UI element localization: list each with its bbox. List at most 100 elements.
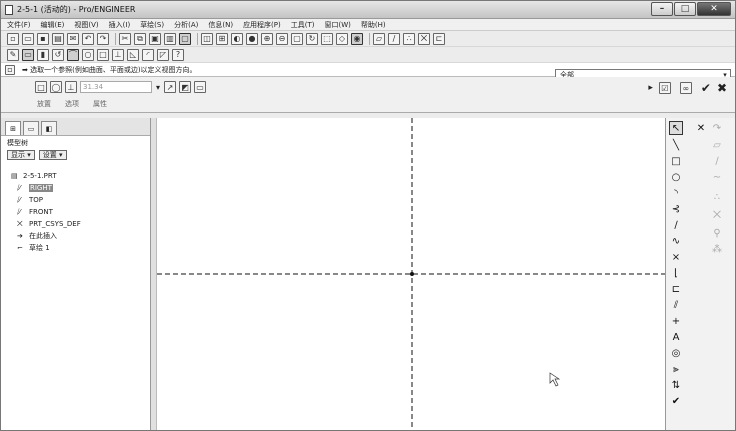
verify-icon[interactable]: ∞ bbox=[679, 82, 692, 94]
text-icon[interactable]: A bbox=[669, 330, 683, 344]
menu-help[interactable]: 帮助(H) bbox=[361, 20, 386, 30]
apply-icon[interactable]: ✔ bbox=[701, 81, 711, 95]
sketch-tool-icon[interactable]: ✎ bbox=[7, 48, 19, 61]
sweep-icon[interactable]: ⌒ bbox=[67, 48, 79, 61]
sketch-plane-icon[interactable]: ▭ bbox=[22, 48, 34, 61]
cancel-icon[interactable]: ✖ bbox=[717, 81, 727, 95]
new-icon[interactable]: ▫ bbox=[7, 32, 19, 45]
preview-check-icon[interactable]: ☑ bbox=[658, 82, 671, 94]
favorites-tab-icon[interactable]: ◧ bbox=[41, 121, 57, 135]
saved-views-icon[interactable]: ⬚ bbox=[321, 32, 333, 45]
solid-icon[interactable]: □ bbox=[35, 81, 47, 93]
rib-icon[interactable]: ⊥ bbox=[112, 48, 124, 61]
menu-insert[interactable]: 插入(I) bbox=[109, 20, 131, 30]
wireframe-icon[interactable]: ◇ bbox=[336, 32, 348, 45]
menu-analysis[interactable]: 分析(A) bbox=[174, 20, 198, 30]
use-edge-icon[interactable]: ⌊ bbox=[669, 266, 683, 280]
revolve-icon[interactable]: ↺ bbox=[52, 48, 64, 61]
tree-item[interactable]: ➔ 在此插入 bbox=[17, 230, 144, 242]
menu-applications[interactable]: 应用程序(P) bbox=[243, 20, 281, 30]
tree-item[interactable]: ⌐ 草绘 1 bbox=[17, 242, 144, 254]
mirror-icon[interactable]: ⇅ bbox=[669, 378, 683, 392]
curve-icon[interactable]: ∿ bbox=[669, 234, 683, 248]
settings-button[interactable]: 设置 ▾ bbox=[38, 150, 67, 160]
menu-info[interactable]: 信息(N) bbox=[208, 20, 233, 30]
model-tree-tab-icon[interactable]: ⊞ bbox=[5, 121, 21, 135]
line-icon[interactable]: ╲ bbox=[669, 138, 683, 152]
cut-icon[interactable]: ✂ bbox=[119, 32, 131, 45]
palette-icon[interactable]: ◎ bbox=[669, 346, 683, 360]
shell-icon[interactable]: □ bbox=[97, 48, 109, 61]
cancel-x-icon[interactable]: ✕ bbox=[694, 121, 708, 135]
undo-icon[interactable]: ↶ bbox=[82, 32, 94, 45]
open-icon[interactable]: ▭ bbox=[22, 32, 34, 45]
email-icon[interactable]: ✉ bbox=[67, 32, 79, 45]
datum-point-icon[interactable]: ∴ bbox=[403, 32, 415, 45]
tab-options[interactable]: 选项 bbox=[65, 99, 79, 109]
shaded-icon[interactable]: ◉ bbox=[351, 32, 363, 45]
tab-properties[interactable]: 属性 bbox=[93, 99, 107, 109]
selection-box-icon[interactable]: ▢ bbox=[179, 32, 191, 45]
remove-material-icon[interactable]: ◩ bbox=[179, 81, 192, 93]
chamfer-icon[interactable]: ◸ bbox=[157, 48, 169, 61]
model-display-icon[interactable]: ◐ bbox=[231, 32, 243, 45]
csys-icon[interactable]: ⨉ bbox=[418, 32, 430, 45]
show-button[interactable]: 显示 ▾ bbox=[7, 150, 35, 160]
tree-item[interactable]: ⧸⁄ TOP bbox=[17, 194, 144, 206]
flip-direction-icon[interactable]: ↗ bbox=[164, 81, 177, 93]
close-button[interactable]: ✕ bbox=[697, 2, 731, 16]
hole-icon[interactable]: ○ bbox=[82, 48, 94, 61]
menu-window[interactable]: 窗口(W) bbox=[325, 20, 351, 30]
sketch-view-icon[interactable]: ⊞ bbox=[216, 32, 228, 45]
minimize-button[interactable]: – bbox=[651, 2, 673, 16]
thicken-icon[interactable]: ▭ bbox=[194, 81, 207, 93]
paste-special-icon[interactable]: ▥ bbox=[164, 32, 176, 45]
datum-plane-icon[interactable]: ▱ bbox=[373, 32, 385, 45]
surface-icon[interactable]: ◯ bbox=[50, 81, 62, 93]
spline-icon[interactable]: ∕ bbox=[669, 218, 683, 232]
tree-item[interactable]: ⧸⁄ RIGHT bbox=[17, 182, 144, 194]
menu-file[interactable]: 文件(F) bbox=[7, 20, 31, 30]
tree-item[interactable]: ⨉ PRT_CSYS_DEF bbox=[17, 218, 144, 230]
graphics-window[interactable] bbox=[157, 118, 665, 430]
redo-icon[interactable]: ↷ bbox=[97, 32, 109, 45]
extrude-icon[interactable]: ▮ bbox=[37, 48, 49, 61]
chevron-down-icon[interactable]: ▾ bbox=[156, 83, 160, 92]
trim-icon[interactable]: ⫸ bbox=[669, 362, 683, 376]
depth-option-icon[interactable]: ⊥ bbox=[65, 81, 77, 93]
regenerate-icon[interactable]: ◫ bbox=[201, 32, 213, 45]
menu-sketch[interactable]: 草绘(S) bbox=[140, 20, 164, 30]
arc-icon[interactable]: ◝ bbox=[669, 186, 683, 200]
menu-tools[interactable]: 工具(T) bbox=[291, 20, 315, 30]
round-icon[interactable]: ◜ bbox=[142, 48, 154, 61]
paste-icon[interactable]: ▣ bbox=[149, 32, 161, 45]
folder-browser-tab-icon[interactable]: ▭ bbox=[23, 121, 39, 135]
dimension-icon[interactable]: ⊏ bbox=[669, 282, 683, 296]
save-icon[interactable]: ▪ bbox=[37, 32, 49, 45]
print-icon[interactable]: ▤ bbox=[52, 32, 64, 45]
zoom-out-icon[interactable]: ⊖ bbox=[276, 32, 288, 45]
copy-icon[interactable]: ⧉ bbox=[134, 32, 146, 45]
select-icon[interactable]: ↖ bbox=[669, 121, 683, 135]
menu-edit[interactable]: 编辑(E) bbox=[41, 20, 65, 30]
reorient-icon[interactable]: ↻ bbox=[306, 32, 318, 45]
menu-view[interactable]: 视图(V) bbox=[74, 20, 98, 30]
circle-icon[interactable]: ○ bbox=[669, 170, 683, 184]
rectangle-icon[interactable]: □ bbox=[669, 154, 683, 168]
fillet-icon[interactable]: ⊰ bbox=[669, 202, 683, 216]
tab-placement[interactable]: 放置 bbox=[37, 99, 51, 109]
zoom-in-icon[interactable]: ⊕ bbox=[261, 32, 273, 45]
context-help-icon[interactable]: ? bbox=[172, 48, 184, 61]
maximize-button[interactable]: □ bbox=[674, 2, 696, 16]
datum-axis-icon[interactable]: ∕ bbox=[388, 32, 400, 45]
done-check-icon[interactable]: ✔ bbox=[669, 394, 683, 408]
pause-icon[interactable]: ▸ bbox=[648, 83, 653, 93]
shading-icon[interactable]: ● bbox=[246, 32, 258, 45]
point-icon[interactable]: × bbox=[669, 250, 683, 264]
refit-icon[interactable]: ▢ bbox=[291, 32, 303, 45]
draft-icon[interactable]: ◺ bbox=[127, 48, 139, 61]
modify-icon[interactable]: ⫽ bbox=[669, 298, 683, 312]
annotation-icon[interactable]: ⊏ bbox=[433, 32, 445, 45]
tree-item[interactable]: ⧸⁄ FRONT bbox=[17, 206, 144, 218]
constraint-icon[interactable]: + bbox=[669, 314, 683, 328]
